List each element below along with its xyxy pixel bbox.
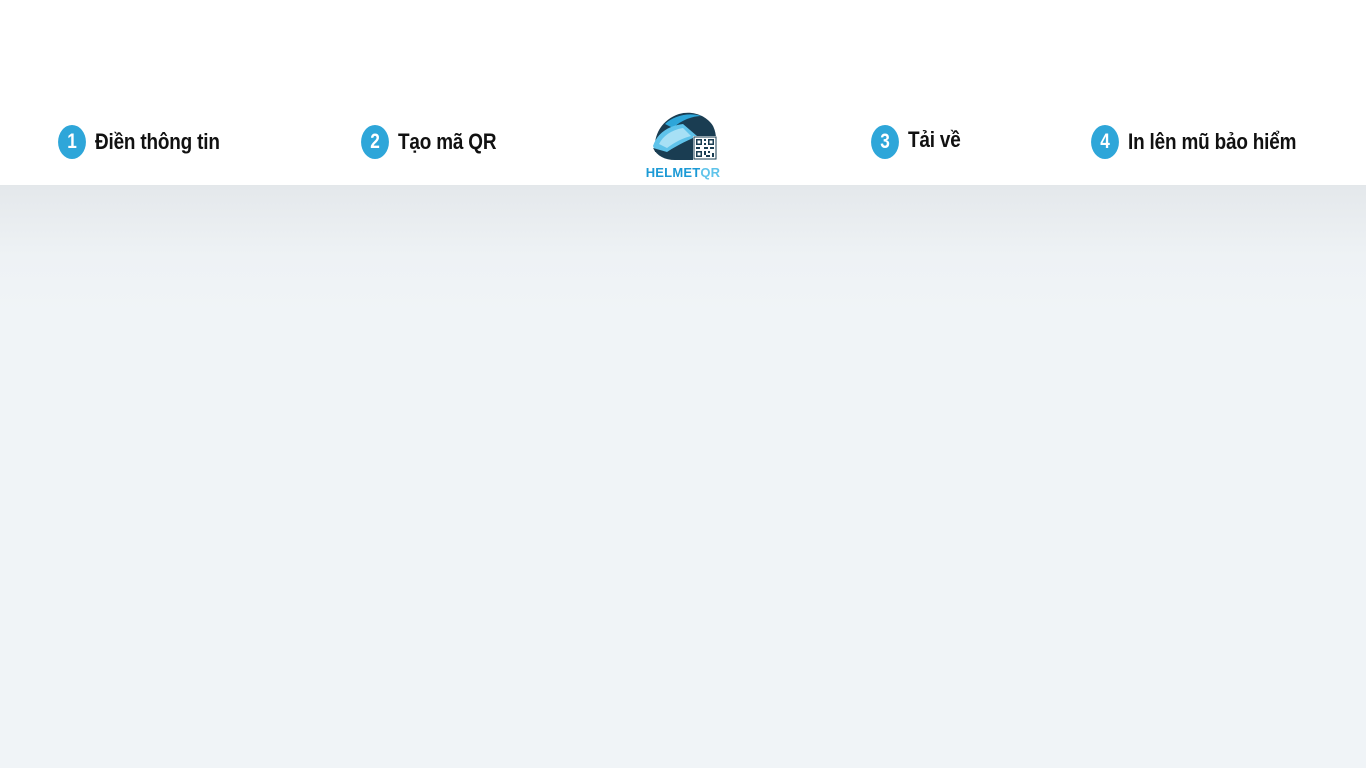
step-2-label: Tạo mã QR xyxy=(398,129,497,154)
top-blank-area xyxy=(0,0,1366,105)
step-3-label: Tải về xyxy=(908,127,961,152)
main-content-area xyxy=(0,186,1366,768)
step-4-number-badge: 4 xyxy=(1091,125,1119,159)
logo-wordmark: HELMETQR xyxy=(646,166,721,180)
step-1-label: Điền thông tin xyxy=(95,129,220,154)
step-4-label: In lên mũ bảo hiểm xyxy=(1128,129,1297,154)
step-2[interactable]: 2 Tạo mã QR xyxy=(358,125,512,159)
helmet-qr-icon xyxy=(653,112,717,160)
step-1[interactable]: 1 Điền thông tin xyxy=(55,125,240,159)
step-3[interactable]: 3 Tải về xyxy=(868,123,969,159)
steps-header: 1 Điền thông tin 2 Tạo mã QR HELMETQR 3 … xyxy=(0,105,1366,186)
helmetqr-logo[interactable]: HELMETQR xyxy=(633,108,733,182)
step-1-number-badge: 1 xyxy=(58,125,86,159)
step-4[interactable]: 4 In lên mũ bảo hiểm xyxy=(1088,125,1324,159)
logo-text-helmet: HELMET xyxy=(645,165,701,180)
logo-text-qr: QR xyxy=(700,165,721,180)
step-2-number-badge: 2 xyxy=(361,125,389,159)
step-3-number-badge: 3 xyxy=(871,125,899,159)
